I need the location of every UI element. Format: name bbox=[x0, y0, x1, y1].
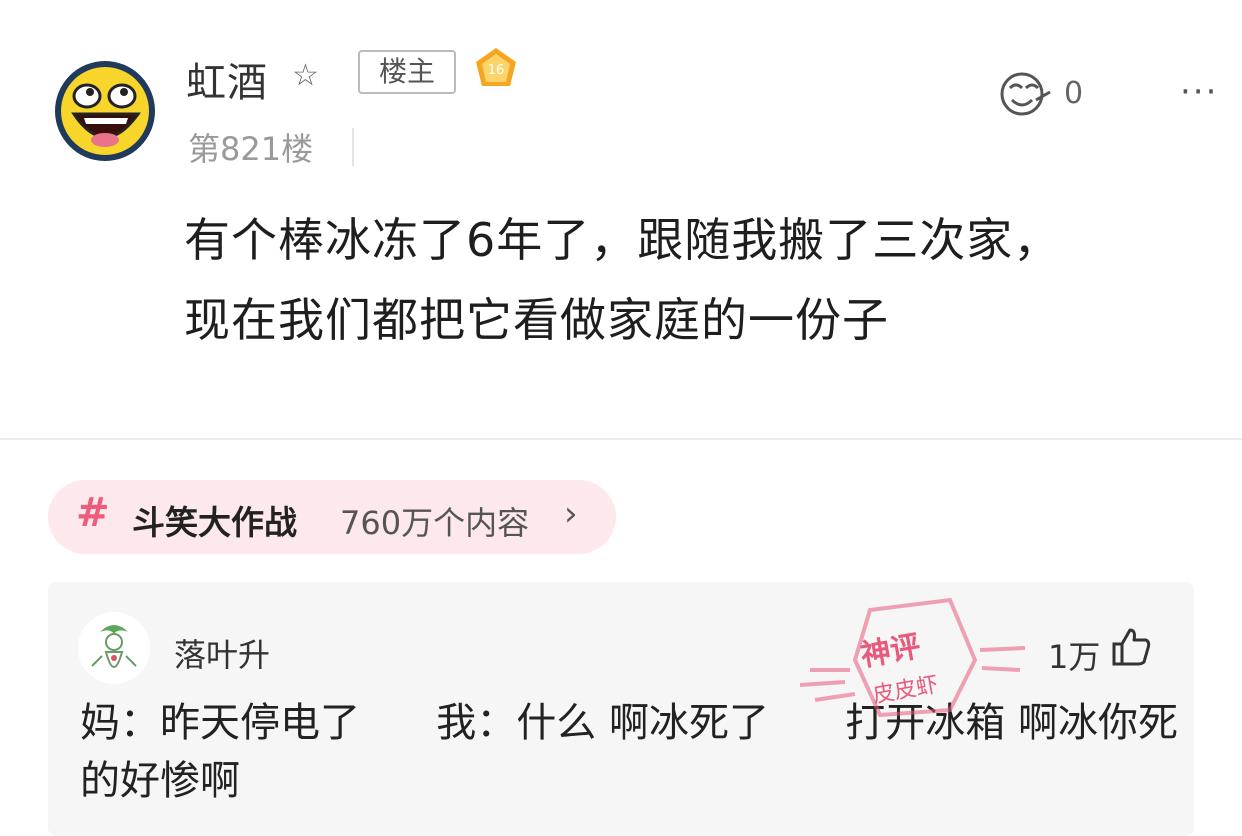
username[interactable]: 虹酒 bbox=[186, 50, 268, 108]
chevron-right-icon: › bbox=[564, 494, 578, 534]
post-card: 虹酒 ☆ 楼主 16 第821楼 0 ··· 有个棒冰冻了6年了，跟随我搬了三次… bbox=[0, 0, 1242, 440]
post-content: 有个棒冰冻了6年了，跟随我搬了三次家， 现在我们都把它看做家庭的一份子 bbox=[184, 200, 1224, 360]
thumbs-up-icon[interactable] bbox=[1110, 626, 1152, 668]
hash-icon: # bbox=[76, 490, 110, 536]
topic-tag[interactable]: # 斗笑大作战 760万个内容 › bbox=[48, 480, 616, 554]
level-number: 16 bbox=[488, 63, 505, 78]
commenter-avatar[interactable] bbox=[78, 612, 150, 684]
divider bbox=[352, 128, 354, 166]
commenter-username[interactable]: 落叶升 bbox=[174, 630, 270, 676]
like-count: 1万 bbox=[1048, 638, 1101, 676]
reply-count: 0 bbox=[1064, 76, 1084, 111]
op-badge: 楼主 bbox=[358, 50, 456, 94]
level-badge-icon: 16 bbox=[476, 48, 516, 86]
floor-number: 第821楼 bbox=[188, 130, 314, 168]
star-icon: ☆ bbox=[292, 58, 319, 93]
content-line: 有个棒冰冻了6年了，跟随我搬了三次家， bbox=[184, 213, 1061, 267]
topic-content-count: 760万个内容 bbox=[340, 504, 530, 542]
topic-name: 斗笑大作战 bbox=[132, 503, 297, 542]
content-line: 现在我们都把它看做家庭的一份子 bbox=[184, 293, 889, 347]
reply-emoji-icon[interactable] bbox=[996, 70, 1056, 118]
avatar[interactable] bbox=[52, 58, 158, 164]
more-options-icon[interactable]: ··· bbox=[1180, 72, 1218, 112]
